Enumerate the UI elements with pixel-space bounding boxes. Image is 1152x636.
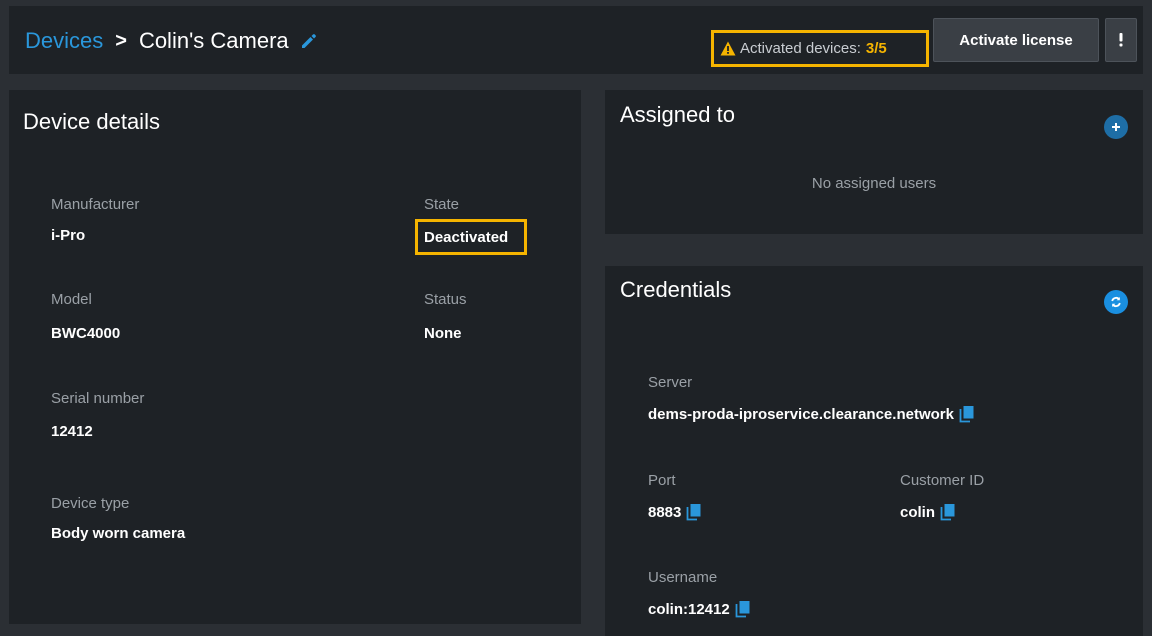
manufacturer-label: Manufacturer [51,196,140,213]
server-field: dems-proda-iproservice.clearance.network [648,405,975,423]
status-label: Status [424,291,467,308]
customer-id-field: colin [900,503,956,521]
refresh-credentials-button[interactable] [1104,290,1128,314]
page-header: Devices > Colin's Camera Activated devic… [9,6,1143,74]
activate-license-button[interactable]: Activate license [933,18,1099,62]
breadcrumb-devices-link[interactable]: Devices [25,28,103,54]
more-vertical-icon [1118,32,1124,48]
customer-id-value: colin [900,503,936,521]
username-label: Username [648,569,718,586]
model-label: Model [51,291,92,308]
warning-icon [720,41,736,56]
device-type-label: Device type [51,495,130,512]
credentials-title: Credentials [620,277,732,302]
state-label: State [424,196,460,213]
username-field: colin:12412 [648,600,751,618]
copy-icon[interactable] [940,503,956,521]
state-value: Deactivated [415,219,527,255]
username-value: colin:12412 [648,600,730,618]
serial-number-label: Serial number [51,390,145,407]
breadcrumb-separator: > [115,29,127,52]
more-options-button[interactable] [1105,18,1137,62]
device-type-value: Body worn camera [51,525,186,542]
status-value: None [424,325,462,342]
server-label: Server [648,374,693,391]
manufacturer-value: i-Pro [51,227,86,244]
customer-id-label: Customer ID [900,472,985,489]
device-details-panel: Device details Manufacturer i-Pro State … [9,90,581,624]
activated-devices-indicator: Activated devices: 3/5 [711,30,929,67]
port-label: Port [648,472,676,489]
page-title: Colin's Camera [138,28,289,53]
copy-icon[interactable] [959,405,975,423]
assigned-to-title: Assigned to [620,102,735,127]
refresh-icon [1110,296,1122,308]
port-value: 8883 [648,503,682,521]
credentials-panel: Credentials Server dems-proda-iproservic… [605,266,1143,636]
copy-icon[interactable] [735,600,751,618]
no-assigned-users-text: No assigned users [811,175,937,192]
add-user-button[interactable] [1104,115,1128,139]
edit-icon[interactable] [299,31,319,51]
model-value: BWC4000 [51,325,121,342]
activated-devices-count: 3/5 [865,40,887,57]
server-value: dems-proda-iproservice.clearance.network [648,405,954,423]
copy-icon[interactable] [686,503,702,521]
serial-number-value: 12412 [51,423,93,440]
assigned-to-panel: Assigned to No assigned users [605,90,1143,234]
breadcrumb: Devices > Colin's Camera [25,24,319,58]
activated-devices-label: Activated devices: [740,40,861,57]
plus-icon [1111,122,1121,132]
device-details-title: Device details [23,109,160,134]
port-field: 8883 [648,503,702,521]
